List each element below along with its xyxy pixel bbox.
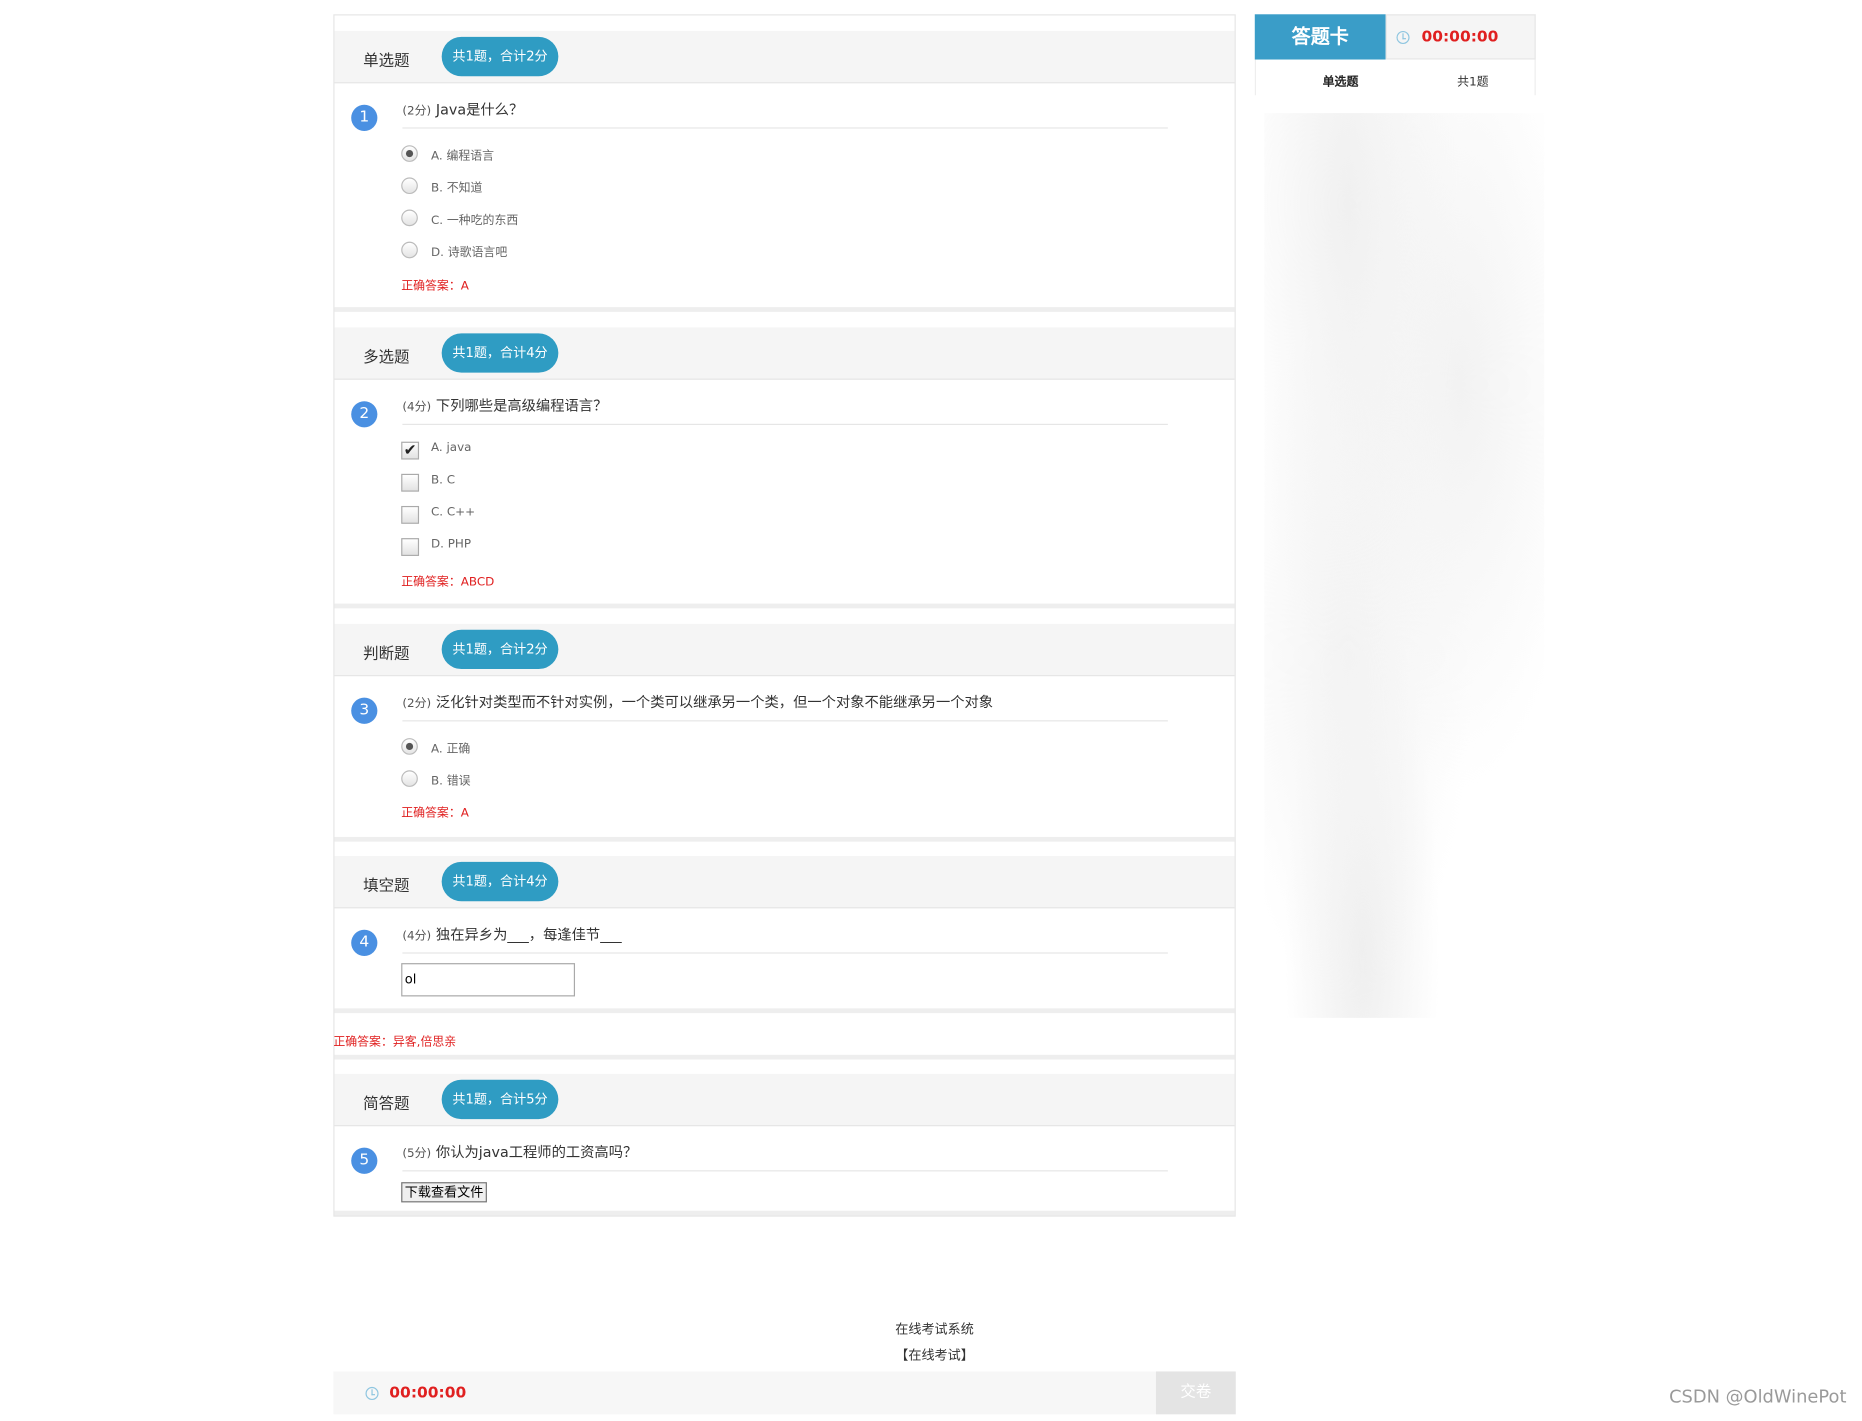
section-title: 多选题	[363, 348, 410, 367]
question-score: (2分)	[402, 697, 432, 711]
question-title: 独在异乡为___，每逢佳节___	[435, 926, 622, 943]
question-number: 1	[351, 104, 378, 131]
radio[interactable]	[401, 241, 418, 259]
section-title: 填空题	[363, 877, 410, 896]
correct-answer: 正确答案：A	[401, 279, 469, 293]
checkbox-checked[interactable]: ✔	[401, 441, 420, 460]
radio[interactable]	[401, 209, 418, 227]
section-divider	[334, 307, 1235, 312]
correct-answer: 正确答案：A	[401, 807, 469, 821]
correct-answer: 正确答案：异客,倍思亲	[333, 1035, 457, 1049]
option-label: A. java	[430, 441, 472, 455]
watermark: CSDN @OldWinePot	[1669, 1385, 1847, 1408]
question-score: (4分)	[402, 401, 432, 415]
option-label: D. PHP	[430, 538, 472, 552]
blurred-answer-grid	[1264, 113, 1545, 1018]
radio[interactable]	[401, 770, 418, 787]
radio-selected[interactable]	[401, 145, 418, 162]
section-summary-badge: 共1题，合计5分	[441, 1079, 559, 1120]
question-score: (4分)	[402, 929, 432, 943]
section-summary-badge: 共1题，合计4分	[441, 861, 559, 902]
answer-card-row[interactable]: 单选题 共1题	[1254, 59, 1536, 96]
question-score: (5分)	[402, 1147, 432, 1161]
section-header: 填空题 共1题，合计4分	[334, 855, 1235, 909]
radio-selected[interactable]	[401, 738, 418, 755]
bottom-timer-value: 00:00:00	[389, 1384, 467, 1403]
question-text: (4分) 独在异乡为___，每逢佳节___	[402, 924, 1168, 954]
option-label: C. C++	[430, 505, 476, 520]
checkbox[interactable]	[401, 473, 420, 492]
section-divider	[334, 1054, 1235, 1060]
option-label: B. C	[430, 473, 456, 487]
radio[interactable]	[401, 177, 418, 195]
answer-card-title: 答题卡	[1254, 14, 1386, 60]
exam-paper: 单选题 共1题，合计2分 1 (2分) Java是什么？ A. 编程语言 B. 不…	[333, 14, 1236, 1217]
question-number: 3	[351, 697, 378, 724]
section-title: 单选题	[363, 52, 410, 71]
option-label: B. 不知道	[430, 182, 483, 196]
option-label: B. 错误	[430, 775, 471, 789]
clock-icon	[365, 1386, 379, 1401]
option-label: A. 正确	[430, 742, 471, 756]
question-title: 下列哪些是高级编程语言？	[435, 397, 608, 415]
section-divider	[334, 1210, 1235, 1216]
timer-value: 00:00:00	[1421, 28, 1499, 47]
question-number: 4	[351, 929, 378, 956]
question-text: (4分) 下列哪些是高级编程语言？	[402, 395, 1168, 426]
question-title: 泛化针对类型而不针对实例，一个类可以继承另一个类，但一个对象不能继承另一个对象	[435, 694, 994, 711]
section-header: 多选题 共1题，合计4分	[334, 327, 1235, 380]
section-divider	[334, 603, 1235, 609]
clock-icon	[1396, 30, 1410, 45]
blank-answer-input[interactable]: ol	[401, 963, 576, 997]
bottom-toolbar: 00:00:00 交卷	[333, 1371, 1236, 1415]
question-number: 2	[351, 401, 378, 428]
checkbox[interactable]	[401, 505, 420, 524]
question-score: (2分)	[402, 104, 432, 118]
footer-system-name: 在线考试系统	[895, 1321, 974, 1337]
question-type-label: 单选题	[1322, 76, 1359, 90]
section-title: 简答题	[363, 1095, 410, 1114]
question-count-label: 共1题	[1457, 76, 1489, 90]
option-label: A. 编程语言	[430, 150, 495, 164]
section-header: 简答题 共1题，合计5分	[334, 1073, 1235, 1127]
section-divider	[334, 1008, 1235, 1014]
download-file-button[interactable]: 下载查看文件	[401, 1182, 487, 1203]
section-summary-badge: 共1题，合计2分	[441, 629, 559, 670]
answer-card: 答题卡 00:00:00 单选题 共1题	[1254, 14, 1536, 96]
submit-exam-button[interactable]: 交卷	[1155, 1371, 1236, 1415]
question-title: Java是什么？	[435, 101, 524, 118]
section-divider	[334, 836, 1235, 842]
section-header: 单选题 共1题，合计2分	[334, 30, 1235, 84]
question-text: (2分) Java是什么？	[402, 99, 1168, 129]
answer-card-timer: 00:00:00	[1385, 14, 1536, 60]
question-number: 5	[351, 1147, 378, 1174]
footer: 在线考试系统 【在线考试】	[333, 1319, 1535, 1364]
question-text: (5分) 你认为java工程师的工资高吗？	[402, 1142, 1168, 1172]
question-title: 你认为java工程师的工资高吗？	[435, 1144, 638, 1161]
section-summary-badge: 共1题，合计2分	[441, 36, 559, 77]
correct-answer: 正确答案：ABCD	[401, 576, 495, 590]
option-label: D. 诗歌语言吧	[430, 246, 508, 260]
section-title: 判断题	[363, 645, 410, 664]
section-summary-badge: 共1题，合计4分	[441, 333, 559, 373]
footer-subtitle: 【在线考试】	[895, 1347, 974, 1364]
option-label: C. 一种吃的东西	[430, 214, 519, 228]
question-text: (2分) 泛化针对类型而不针对实例，一个类可以继承另一个类，但一个对象不能继承另一…	[402, 692, 1168, 722]
checkbox[interactable]	[401, 538, 420, 556]
section-header: 判断题 共1题，合计2分	[334, 623, 1235, 677]
